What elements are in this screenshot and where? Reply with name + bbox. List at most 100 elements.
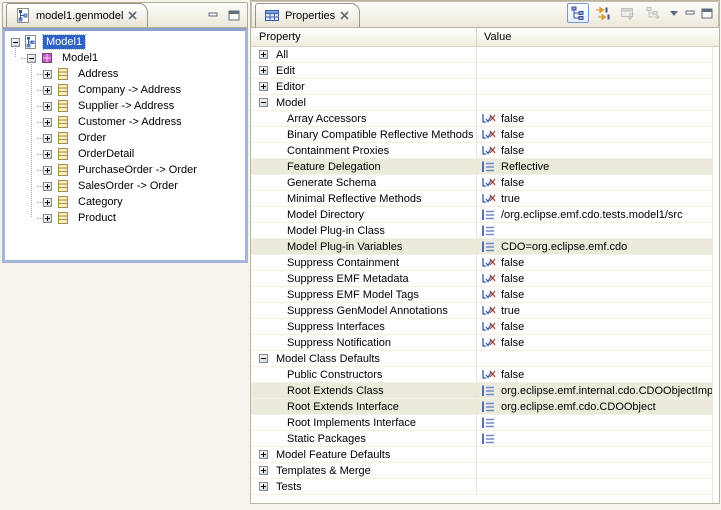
property-value-cell[interactable]: true — [477, 191, 712, 206]
tree-item-label[interactable]: Company -> Address — [75, 83, 184, 97]
view-menu-icon[interactable] — [670, 11, 678, 16]
tree-item-label[interactable]: Model1 — [59, 51, 101, 65]
property-row[interactable]: Minimal Reflective Methodstrue — [251, 191, 712, 207]
property-name-cell[interactable]: Edit — [251, 63, 477, 78]
property-value-cell[interactable] — [477, 79, 712, 94]
property-name-cell[interactable]: Model Plug-in Class — [251, 223, 477, 238]
property-name-cell[interactable]: Suppress Interfaces — [251, 319, 477, 334]
tree-item[interactable]: Order — [5, 130, 245, 146]
property-row[interactable]: Model Feature Defaults — [251, 447, 712, 463]
show-categories-button[interactable] — [567, 3, 589, 23]
property-value-cell[interactable]: false — [477, 255, 712, 270]
close-icon[interactable] — [340, 11, 350, 21]
property-value-cell[interactable] — [477, 223, 712, 238]
property-name-cell[interactable]: Binary Compatible Reflective Methods — [251, 127, 477, 142]
property-value-cell[interactable]: false — [477, 335, 712, 350]
column-header-property[interactable]: Property — [251, 28, 477, 46]
tree-item[interactable]: PurchaseOrder -> Order — [5, 162, 245, 178]
property-name-cell[interactable]: Suppress Containment — [251, 255, 477, 270]
property-value-cell[interactable]: false — [477, 319, 712, 334]
property-name-cell[interactable]: Tests — [251, 479, 477, 494]
tree-item-label[interactable]: Address — [75, 67, 121, 81]
expand-box[interactable] — [43, 86, 52, 95]
property-row[interactable]: Model — [251, 95, 712, 111]
property-row[interactable]: Model Plug-in Class — [251, 223, 712, 239]
expand-box[interactable] — [43, 102, 52, 111]
property-name-cell[interactable]: Public Constructors — [251, 367, 477, 382]
property-row[interactable]: Model Directory/org.eclipse.emf.cdo.test… — [251, 207, 712, 223]
property-row[interactable]: Feature DelegationReflective — [251, 159, 712, 175]
property-row[interactable]: Tests — [251, 479, 712, 495]
minimize-icon[interactable] — [207, 10, 220, 21]
tree-item[interactable]: OrderDetail — [5, 146, 245, 162]
tree-item[interactable]: Supplier -> Address — [5, 98, 245, 114]
expand-box[interactable] — [259, 66, 268, 75]
property-name-cell[interactable]: Static Packages — [251, 431, 477, 446]
property-name-cell[interactable]: All — [251, 47, 477, 62]
property-name-cell[interactable]: Array Accessors — [251, 111, 477, 126]
property-value-cell[interactable]: false — [477, 287, 712, 302]
property-row[interactable]: Public Constructorsfalse — [251, 367, 712, 383]
expand-box[interactable] — [43, 70, 52, 79]
property-row[interactable]: Editor — [251, 79, 712, 95]
property-row[interactable]: Root Extends Classorg.eclipse.emf.intern… — [251, 383, 712, 399]
property-value-cell[interactable]: false — [477, 143, 712, 158]
property-value-cell[interactable]: true — [477, 303, 712, 318]
property-value-cell[interactable] — [477, 479, 712, 494]
property-name-cell[interactable]: Model Plug-in Variables — [251, 239, 477, 254]
property-name-cell[interactable]: Model Directory — [251, 207, 477, 222]
tree-item-label[interactable]: Order — [75, 131, 109, 145]
property-name-cell[interactable]: Generate Schema — [251, 175, 477, 190]
property-name-cell[interactable]: Editor — [251, 79, 477, 94]
property-row[interactable]: Templates & Merge — [251, 463, 712, 479]
tree-item-label[interactable]: SalesOrder -> Order — [75, 179, 181, 193]
expand-box[interactable] — [43, 182, 52, 191]
tree-item-label[interactable]: Supplier -> Address — [75, 99, 177, 113]
maximize-icon[interactable] — [700, 8, 713, 19]
expand-box[interactable] — [43, 118, 52, 127]
tree-item-label[interactable]: Product — [75, 211, 119, 225]
property-value-cell[interactable]: org.eclipse.emf.internal.cdo.CDOObjectIm… — [477, 383, 712, 398]
property-row[interactable]: Array Accessorsfalse — [251, 111, 712, 127]
property-row[interactable]: Edit — [251, 63, 712, 79]
property-name-cell[interactable]: Minimal Reflective Methods — [251, 191, 477, 206]
close-icon[interactable] — [128, 11, 138, 21]
property-name-cell[interactable]: Suppress GenModel Annotations — [251, 303, 477, 318]
property-value-cell[interactable]: CDO=org.eclipse.emf.cdo — [477, 239, 712, 254]
tree-item[interactable]: SalesOrder -> Order — [5, 178, 245, 194]
expand-box[interactable] — [259, 466, 268, 475]
property-value-cell[interactable]: org.eclipse.emf.cdo.CDOObject — [477, 399, 712, 414]
tree-item-label[interactable]: PurchaseOrder -> Order — [75, 163, 200, 177]
property-row[interactable]: Model Plug-in VariablesCDO=org.eclipse.e… — [251, 239, 712, 255]
expand-box[interactable] — [43, 150, 52, 159]
property-row[interactable]: Generate Schemafalse — [251, 175, 712, 191]
expand-box[interactable] — [43, 134, 52, 143]
property-row[interactable]: Model Class Defaults — [251, 351, 712, 367]
property-value-cell[interactable] — [477, 47, 712, 62]
property-value-cell[interactable]: Reflective — [477, 159, 712, 174]
property-row[interactable]: Root Implements Interface — [251, 415, 712, 431]
tree-item[interactable]: Category — [5, 194, 245, 210]
tree-item-label[interactable]: Customer -> Address — [75, 115, 185, 129]
expand-box[interactable] — [259, 50, 268, 59]
collapse-box[interactable] — [259, 354, 268, 363]
column-header-value[interactable]: Value — [477, 28, 719, 46]
property-row[interactable]: Binary Compatible Reflective Methodsfals… — [251, 127, 712, 143]
tree-item-label[interactable]: Category — [75, 195, 126, 209]
show-advanced-button[interactable] — [592, 3, 614, 23]
property-name-cell[interactable]: Model Class Defaults — [251, 351, 477, 366]
property-value-cell[interactable]: false — [477, 271, 712, 286]
tree-item[interactable]: Model1 — [5, 34, 245, 50]
property-name-cell[interactable]: Model — [251, 95, 477, 110]
property-name-cell[interactable]: Root Extends Class — [251, 383, 477, 398]
minimize-icon[interactable] — [684, 8, 697, 19]
maximize-icon[interactable] — [227, 10, 240, 21]
expand-box[interactable] — [43, 166, 52, 175]
tree-item[interactable]: Model1 — [5, 50, 245, 66]
collapse-box[interactable] — [259, 98, 268, 107]
property-name-cell[interactable]: Suppress EMF Metadata — [251, 271, 477, 286]
property-name-cell[interactable]: Containment Proxies — [251, 143, 477, 158]
property-name-cell[interactable]: Root Extends Interface — [251, 399, 477, 414]
property-value-cell[interactable] — [477, 463, 712, 478]
property-row[interactable]: Suppress Interfacesfalse — [251, 319, 712, 335]
